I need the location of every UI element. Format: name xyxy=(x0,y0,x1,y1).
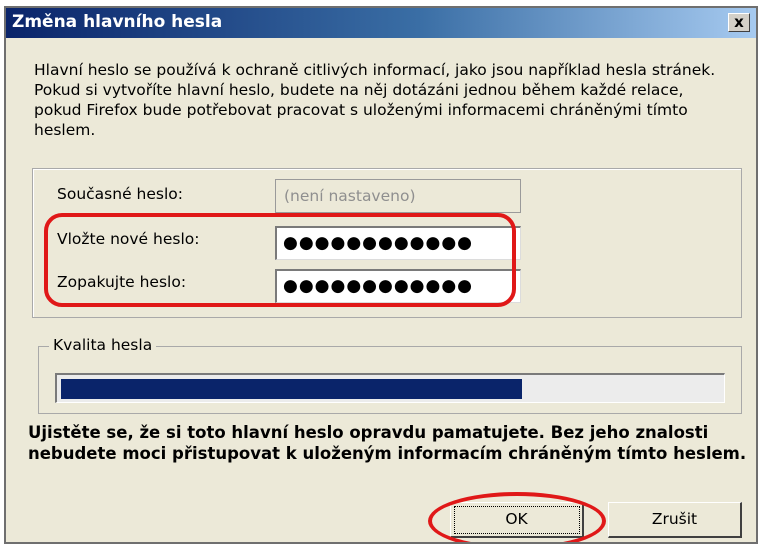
password-quality-group: Kvalita hesla xyxy=(38,336,742,414)
new-password-input[interactable]: ●●●●●●●●●●●● xyxy=(275,226,521,260)
cancel-button[interactable]: Zrušit xyxy=(608,502,742,538)
new-password-label: Vložte nové heslo: xyxy=(57,230,200,248)
password-quality-label: Kvalita hesla xyxy=(49,336,157,354)
ok-button[interactable]: OK xyxy=(450,502,584,538)
title-bar[interactable]: Změna hlavního hesla x xyxy=(6,8,756,38)
intro-text: Hlavní heslo se používá k ochraně citliv… xyxy=(34,61,716,139)
password-fields-group: Současné heslo: (není nastaveno) Vložte … xyxy=(32,168,742,318)
password-quality-meter xyxy=(55,373,725,403)
password-quality-fill xyxy=(61,379,522,399)
change-master-password-dialog: Změna hlavního hesla x Hlavní heslo se p… xyxy=(4,6,758,544)
close-button[interactable]: x xyxy=(728,13,750,32)
dialog-title: Změna hlavního hesla xyxy=(12,12,223,32)
current-password-field: (není nastaveno) xyxy=(275,179,521,213)
confirm-password-input[interactable]: ●●●●●●●●●●●● xyxy=(275,269,521,303)
remember-password-warning: Ujistěte se, že si toto hlavní heslo opr… xyxy=(28,423,747,463)
current-password-label: Současné heslo: xyxy=(57,185,183,203)
confirm-password-label: Zopakujte heslo: xyxy=(57,273,187,291)
close-icon: x xyxy=(734,13,744,31)
